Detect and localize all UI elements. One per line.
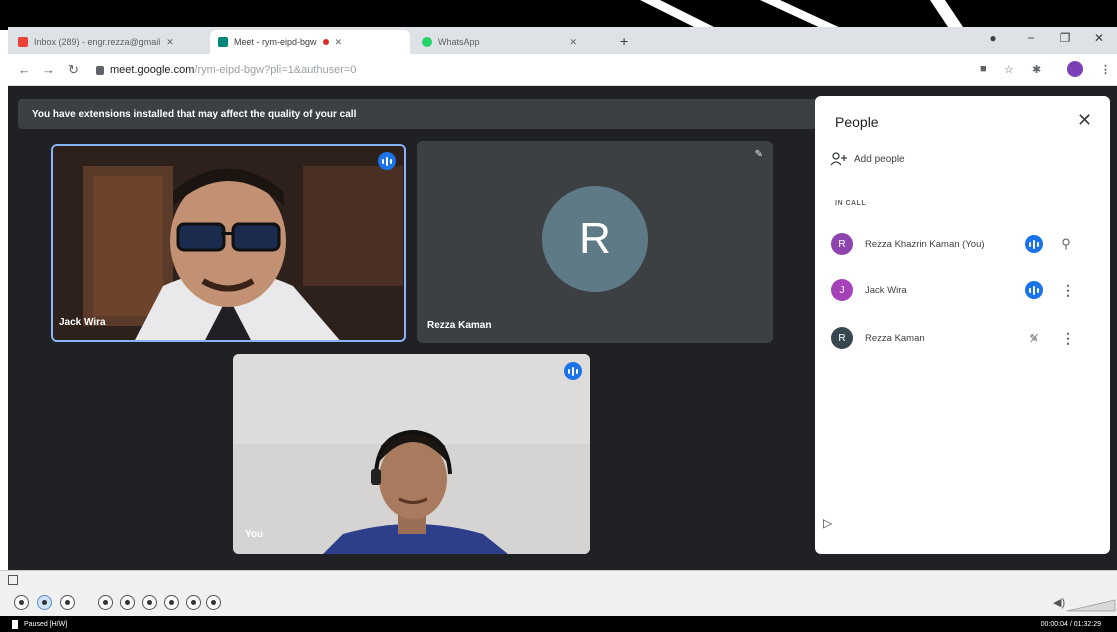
speaking-indicator-icon — [564, 362, 582, 380]
play-button[interactable] — [14, 595, 29, 610]
add-person-icon — [830, 152, 847, 166]
reload-icon[interactable]: ↻ — [68, 62, 79, 78]
video-feed — [53, 146, 404, 340]
speaking-indicator-icon — [1025, 281, 1043, 299]
file-icon — [12, 619, 18, 629]
people-panel: People ✕ Add people IN CALL R Rezza Khaz… — [815, 96, 1110, 554]
url-input[interactable]: meet.google.com /rym-eipd-bgw?pli=1&auth… — [96, 59, 976, 81]
tile-name: Rezza Kaman — [427, 320, 492, 331]
url-host: meet.google.com — [110, 64, 195, 76]
participant-row[interactable]: R Rezza Khazrin Kaman (You) ⚲ — [831, 231, 1101, 257]
extension-warning: You have extensions installed that may a… — [18, 99, 818, 129]
minimize-button[interactable]: − — [1020, 31, 1042, 45]
participant-tile-jack[interactable]: Jack Wira — [51, 144, 406, 342]
participant-tile-you[interactable]: You — [233, 354, 590, 554]
volume-icon[interactable]: ◀) — [1053, 596, 1065, 609]
participant-name: Rezza Kaman — [865, 332, 925, 344]
star-icon[interactable]: ☆ — [1004, 63, 1014, 76]
meet-icon — [218, 37, 228, 47]
tab-meet[interactable]: Meet - rym-eipd-bgw ✕ — [210, 30, 410, 54]
close-panel-button[interactable]: ✕ — [1077, 110, 1092, 131]
tile-name: You — [245, 529, 264, 540]
participant-name: Rezza Khazrin Kaman (You) — [865, 238, 985, 250]
more-options-icon[interactable]: ⋮ — [1061, 282, 1075, 299]
step-forward-button[interactable] — [164, 595, 179, 610]
tab-whatsapp[interactable]: WhatsApp ✕ — [414, 30, 614, 54]
close-tab-icon[interactable]: ✕ — [335, 37, 343, 48]
mouse-cursor-icon: ▷ — [823, 516, 833, 530]
playback-time: 00:00:04 / 01:32:29 — [1040, 620, 1101, 628]
back-icon[interactable]: ← — [18, 62, 31, 77]
forward-icon[interactable]: → — [42, 62, 55, 77]
participant-tile-rezza[interactable]: R ✎ Rezza Kaman — [417, 141, 773, 343]
close-window-button[interactable]: ✕ — [1088, 31, 1110, 45]
volume-slider[interactable] — [1067, 598, 1117, 612]
open-file-button[interactable] — [206, 595, 221, 610]
avatar: R — [542, 186, 648, 292]
participant-row[interactable]: R Rezza Kaman ✎̸ ⋮ — [831, 325, 1101, 351]
tab-title: Inbox (289) - engr.rezza@gmail — [34, 37, 161, 47]
avatar: R — [831, 327, 853, 349]
mic-off-icon: ✎̸ — [1029, 332, 1039, 345]
participant-name: Jack Wira — [865, 284, 907, 296]
profile-avatar[interactable] — [1067, 61, 1083, 77]
screen: Inbox (289) - engr.rezza@gmail ✕ Meet - … — [0, 0, 1117, 632]
gmail-icon — [18, 37, 28, 47]
tile-name: Jack Wira — [59, 317, 106, 328]
pause-button[interactable] — [37, 595, 52, 610]
close-tab-icon[interactable]: ✕ — [570, 37, 578, 48]
recording-indicator-icon — [322, 39, 329, 45]
step-back-button[interactable] — [142, 595, 157, 610]
add-people-label: Add people — [854, 153, 905, 165]
speaking-indicator-icon — [1025, 235, 1043, 253]
camera-icon[interactable]: ■ — [980, 63, 987, 75]
url-path: /rym-eipd-bgw?pli=1&authuser=0 — [194, 64, 357, 76]
tab-strip: Inbox (289) - engr.rezza@gmail ✕ Meet - … — [8, 27, 1117, 54]
restore-button[interactable]: ❐ — [1054, 31, 1076, 45]
participant-row[interactable]: J Jack Wira ⋮ — [831, 277, 1101, 303]
speaking-indicator-icon — [378, 152, 396, 170]
tab-title: WhatsApp — [438, 37, 480, 47]
fullscreen-icon[interactable] — [8, 575, 18, 585]
panel-title: People — [835, 114, 879, 130]
stop-button[interactable] — [60, 595, 75, 610]
decorative-strokes — [640, 0, 965, 30]
whatsapp-icon — [422, 37, 432, 47]
status-bar: Paused [H/W] 00:00:04 / 01:32:29 — [0, 616, 1117, 632]
avatar: J — [831, 279, 853, 301]
avatar: R — [831, 233, 853, 255]
next-button[interactable] — [186, 595, 201, 610]
pin-icon[interactable]: ⚲ — [1061, 236, 1071, 252]
video-feed — [233, 354, 590, 554]
more-options-icon[interactable]: ⋮ — [1061, 330, 1075, 347]
tab-gmail[interactable]: Inbox (289) - engr.rezza@gmail ✕ — [10, 30, 206, 54]
address-bar: ← → ↻ meet.google.com /rym-eipd-bgw?pli=… — [8, 54, 1117, 86]
rewind-button[interactable] — [120, 595, 135, 610]
media-player-bar — [0, 570, 1117, 616]
tab-title: Meet - rym-eipd-bgw — [234, 37, 317, 47]
in-call-heading: IN CALL — [835, 200, 867, 207]
top-black-strip — [0, 0, 1117, 30]
incognito-icon: ● — [989, 31, 997, 45]
close-tab-icon[interactable]: ✕ — [166, 37, 174, 48]
lock-icon — [96, 65, 104, 75]
add-people-button[interactable]: Add people — [830, 152, 905, 166]
player-status: Paused [H/W] — [24, 620, 68, 628]
new-tab-button[interactable]: + — [620, 33, 628, 49]
menu-icon[interactable]: ⋮ — [1100, 63, 1111, 76]
extensions-icon[interactable]: ✱ — [1032, 63, 1041, 76]
mic-off-icon: ✎ — [754, 149, 763, 160]
previous-button[interactable] — [98, 595, 113, 610]
